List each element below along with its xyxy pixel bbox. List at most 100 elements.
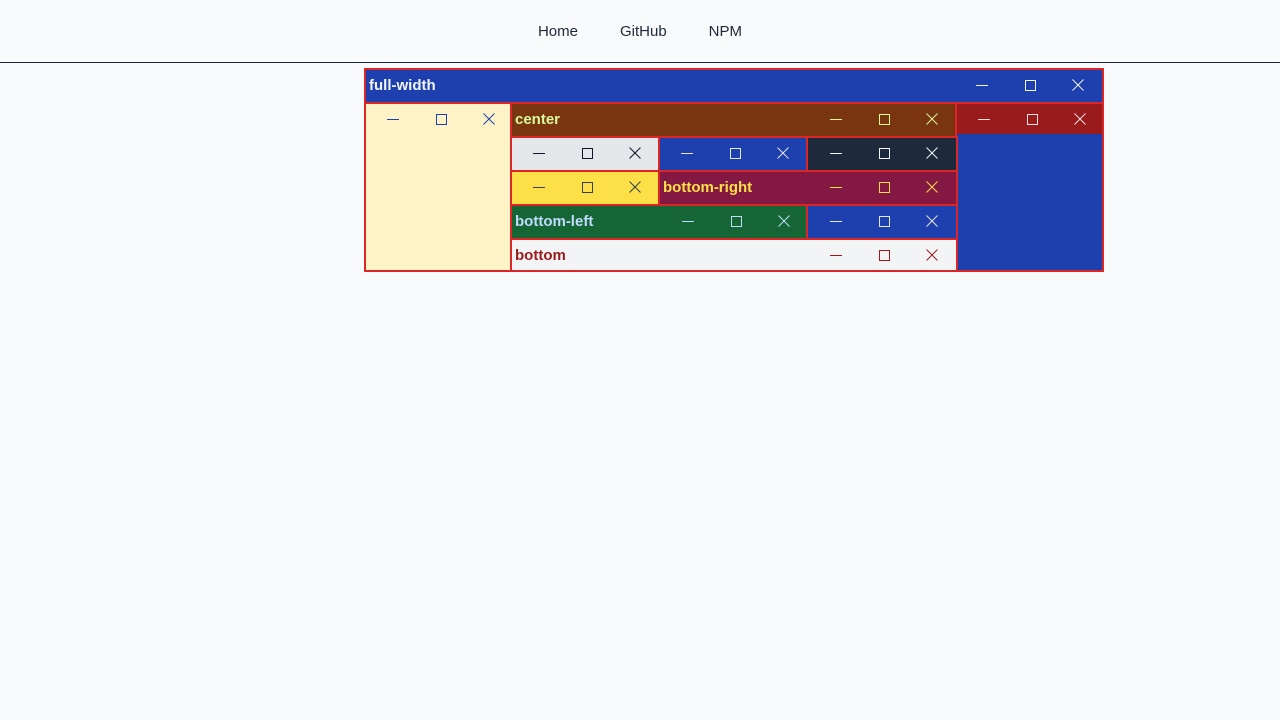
close-button[interactable] <box>908 138 956 168</box>
pane-bottom-right: bottom-right <box>658 170 958 206</box>
maximize-button[interactable] <box>860 104 908 134</box>
pane-row3-a <box>510 170 660 206</box>
close-button[interactable] <box>759 138 806 168</box>
pane-row4-b <box>806 204 958 240</box>
minimize-icon <box>533 181 545 193</box>
titlebar[interactable]: center <box>512 104 956 134</box>
maximize-button[interactable] <box>563 172 611 202</box>
window-controls <box>960 104 1102 134</box>
titlebar[interactable] <box>512 138 658 168</box>
minimize-button[interactable] <box>515 138 563 168</box>
close-icon <box>629 147 641 159</box>
minimize-icon <box>830 113 842 125</box>
pane-title: center <box>515 110 561 128</box>
minimize-button[interactable] <box>663 138 711 168</box>
titlebar[interactable]: bottom <box>512 240 956 270</box>
close-icon <box>926 147 938 159</box>
minimize-button[interactable] <box>960 104 1008 134</box>
close-icon <box>1072 79 1084 91</box>
maximize-icon <box>730 215 742 227</box>
minimize-icon <box>533 147 545 159</box>
pane-left <box>364 102 512 272</box>
maximize-button[interactable] <box>712 206 760 236</box>
window-controls <box>812 138 956 168</box>
pane-bottom-left: bottom-left <box>510 204 810 240</box>
maximize-icon <box>581 181 593 193</box>
maximize-icon <box>729 147 741 159</box>
minimize-button[interactable] <box>812 240 860 270</box>
titlebar[interactable] <box>808 206 956 236</box>
close-icon <box>926 181 938 193</box>
window-controls <box>515 172 658 202</box>
minimize-button[interactable] <box>515 172 563 202</box>
window-controls <box>812 240 956 270</box>
close-button[interactable] <box>760 206 808 236</box>
minimize-button[interactable] <box>369 104 417 134</box>
close-button[interactable] <box>908 172 956 202</box>
minimize-button[interactable] <box>812 172 860 202</box>
minimize-icon <box>830 249 842 261</box>
maximize-button[interactable] <box>860 138 908 168</box>
titlebar[interactable]: bottom-left <box>512 206 808 236</box>
window-controls <box>664 206 808 236</box>
maximize-icon <box>878 215 890 227</box>
window-controls <box>812 104 956 134</box>
close-icon <box>926 249 938 261</box>
minimize-button[interactable] <box>664 206 712 236</box>
maximize-icon <box>435 113 447 125</box>
maximize-button[interactable] <box>860 240 908 270</box>
maximize-button[interactable] <box>711 138 759 168</box>
close-button[interactable] <box>611 138 658 168</box>
close-icon <box>483 113 495 125</box>
maximize-button[interactable] <box>860 172 908 202</box>
close-button[interactable] <box>465 104 510 134</box>
close-button[interactable] <box>1056 104 1102 134</box>
maximize-icon <box>581 147 593 159</box>
maximize-icon <box>1026 113 1038 125</box>
minimize-icon <box>387 113 399 125</box>
close-icon <box>926 215 938 227</box>
close-button[interactable] <box>908 104 956 134</box>
titlebar[interactable] <box>512 172 658 202</box>
window-controls <box>515 138 658 168</box>
maximize-icon <box>878 113 890 125</box>
minimize-button[interactable] <box>812 138 860 168</box>
pane-row2-c <box>806 136 958 172</box>
maximize-icon <box>878 147 890 159</box>
window-controls <box>812 172 956 202</box>
maximize-button[interactable] <box>860 206 908 236</box>
titlebar[interactable] <box>660 138 806 168</box>
window-controls <box>663 138 806 168</box>
titlebar[interactable] <box>957 104 1102 134</box>
close-button[interactable] <box>611 172 658 202</box>
close-icon <box>629 181 641 193</box>
pane-title: full-width <box>369 76 436 94</box>
minimize-icon <box>681 147 693 159</box>
maximize-button[interactable] <box>563 138 611 168</box>
pane-title: bottom-left <box>515 212 594 230</box>
close-button[interactable] <box>908 206 956 236</box>
pane-title: bottom <box>515 246 566 264</box>
maximize-button[interactable] <box>1006 70 1054 100</box>
minimize-icon <box>978 113 990 125</box>
minimize-button[interactable] <box>812 104 860 134</box>
maximize-button[interactable] <box>1008 104 1056 134</box>
titlebar[interactable]: bottom-right <box>660 172 956 202</box>
close-icon <box>777 147 789 159</box>
nav-home-link[interactable]: Home <box>517 23 599 40</box>
minimize-button[interactable] <box>812 206 860 236</box>
window-controls <box>958 70 1102 100</box>
maximize-button[interactable] <box>417 104 465 134</box>
maximize-icon <box>878 249 890 261</box>
close-button[interactable] <box>908 240 956 270</box>
nav-github-link[interactable]: GitHub <box>599 23 688 40</box>
maximize-icon <box>878 181 890 193</box>
pane-bottom: bottom <box>510 238 958 272</box>
titlebar[interactable]: full-width <box>366 70 1102 100</box>
close-button[interactable] <box>1054 70 1102 100</box>
titlebar[interactable] <box>366 104 510 134</box>
minimize-button[interactable] <box>958 70 1006 100</box>
maximize-icon <box>1024 79 1036 91</box>
nav-npm-link[interactable]: NPM <box>688 23 763 40</box>
titlebar[interactable] <box>808 138 956 168</box>
